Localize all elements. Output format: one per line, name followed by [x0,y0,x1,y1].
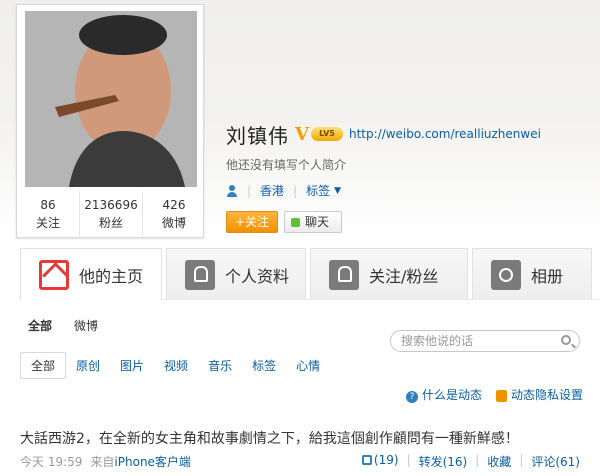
tab-profile-label: 个人资料 [225,266,290,286]
follow-button[interactable]: +关注 [226,211,278,233]
bio: 他还没有填写个人简介 [226,158,347,172]
post-source-link[interactable]: iPhone客户端 [114,453,191,470]
help-link-label: 什么是动态 [422,388,483,402]
divider: | [519,453,524,467]
tab-album-label: 相册 [531,266,564,286]
follow-icon [329,259,359,290]
profile-header: 86 关注 2136696 粉丝 426 微博 刘镇伟 V LV5 http:/… [0,0,600,245]
home-icon [39,259,69,290]
avatar-card: 86 关注 2136696 粉丝 426 微博 [16,4,204,238]
profile-url-link[interactable]: http://weibo.com/realliuzhenwei [349,127,541,141]
chip-videos[interactable]: 视频 [154,353,198,378]
tab-profile[interactable]: 个人资料 [166,248,306,300]
tab-follow[interactable]: 关注/粉丝 [310,248,468,300]
help-link[interactable]: ? 什么是动态 [406,386,482,403]
verified-badge-icon[interactable]: V [295,124,309,145]
feed-filter-secondary: 全部 原创 图片 视频 音乐 标签 心情 [20,352,330,379]
chip-all[interactable]: 全部 [20,352,67,379]
favorite-button[interactable]: 收藏 [487,453,511,470]
divider: | [247,183,252,198]
name-row: 刘镇伟 V LV5 http://weibo.com/realliuzhenwe… [226,118,541,150]
person-icon[interactable] [226,184,238,197]
location-link[interactable]: 香港 [260,182,284,199]
stat-posts[interactable]: 426 微博 [143,191,205,237]
post-meta: 今天 19:59 来自 iPhone客户端 (19) | 转发(16) | 收藏… [20,453,600,470]
post-text: 大話西游2，在全新的女主角和故事劇情之下，給我這個創作顧問有一種新鮮感！ [20,431,519,447]
privacy-link-label: 动态隐私设置 [511,388,584,402]
chip-images[interactable]: 图片 [110,353,154,378]
posts-label: 微博 [161,216,186,230]
tags-link[interactable]: 标签 [306,182,330,199]
chip-original[interactable]: 原创 [66,353,110,378]
privacy-link[interactable]: 动态隐私设置 [496,386,583,403]
avatar[interactable] [25,11,197,187]
post-source-prefix: 来自 [90,455,115,469]
camera-icon [491,259,521,290]
tab-follow-label: 关注/粉丝 [369,266,439,286]
avatar-photo [25,11,197,187]
search-placeholder: 搜索他说的话 [401,334,474,348]
feed-area: 全部 微博 搜索他说的话 全部 原创 图片 视频 音乐 标签 心情 ? 什么是动态… [20,300,600,476]
chip-mood[interactable]: 心情 [286,353,330,378]
profile-icon [185,259,215,290]
repost-button[interactable]: 转发(16) [419,453,468,470]
tab-album[interactable]: 相册 [472,248,592,300]
divider: | [406,453,411,467]
chip-tags[interactable]: 标签 [242,353,286,378]
chevron-down-icon[interactable]: ▼ [334,186,341,196]
feed-filter-primary: 全部 微博 [28,317,98,334]
stat-followers[interactable]: 2136696 粉丝 [80,191,143,237]
action-row: +关注 聊天 [226,211,342,233]
feed-search-input[interactable]: 搜索他说的话 [390,330,580,352]
following-label: 关注 [35,216,60,230]
meta-row: | 香港 | 标签 ▼ [226,182,341,199]
stats-bar: 86 关注 2136696 粉丝 426 微博 [17,191,205,237]
level-badge[interactable]: LV5 [310,127,343,141]
posts-count: 426 [162,198,186,212]
post-actions: (19) | 转发(16) | 收藏 | 评论(61) [361,453,580,470]
help-icon: ? [406,391,418,403]
profile-tabs: 他的主页 个人资料 关注/粉丝 相册 [20,248,600,300]
tab-home[interactable]: 他的主页 [20,248,162,300]
helper-links: ? 什么是动态 动态隐私设置 [406,386,583,403]
following-count: 86 [40,198,56,212]
chat-button[interactable]: 聊天 [284,211,342,233]
stat-following[interactable]: 86 关注 [17,191,80,237]
comment-button[interactable]: 评论(61) [531,453,580,470]
lock-icon [496,389,508,402]
chat-icon [291,217,300,227]
chat-label: 聊天 [305,215,330,229]
user-info: 刘镇伟 V LV5 http://weibo.com/realliuzhenwe… [226,118,541,173]
like-button[interactable]: (19) [361,453,399,470]
post-time[interactable]: 今天 19:59 [20,453,82,470]
filter-weibo[interactable]: 微博 [74,317,98,334]
chip-music[interactable]: 音乐 [198,353,242,378]
divider: | [475,453,480,467]
tab-home-label: 他的主页 [79,266,144,286]
divider: | [293,183,298,198]
filter-all[interactable]: 全部 [28,317,52,334]
username: 刘镇伟 [226,123,289,148]
like-icon [361,455,372,465]
like-count: (19) [373,453,399,467]
followers-label: 粉丝 [98,216,123,230]
search-icon[interactable] [561,335,571,345]
followers-count: 2136696 [84,198,138,212]
